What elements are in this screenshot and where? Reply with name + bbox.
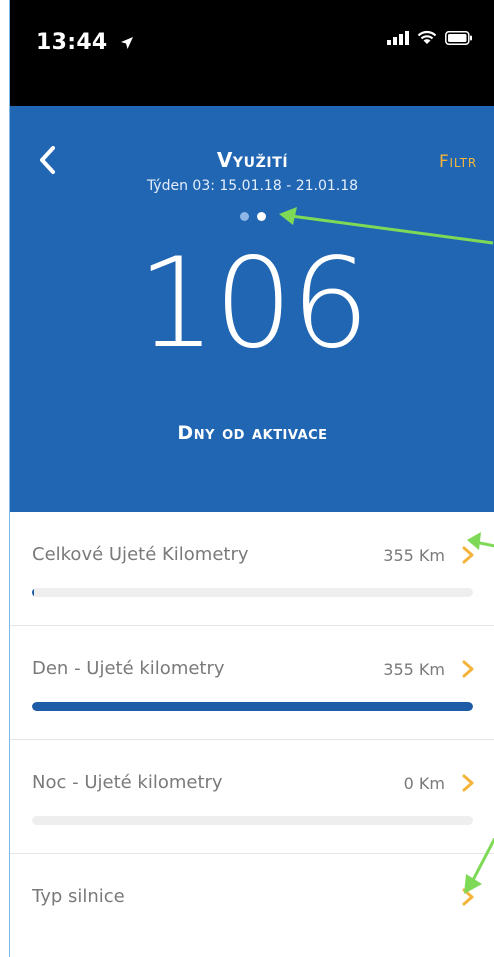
status-icons	[387, 30, 473, 45]
chevron-right-icon	[462, 660, 474, 678]
battery-icon	[445, 30, 472, 45]
week-range: Týden 03: 15.01.18 - 21.01.18	[146, 178, 359, 194]
row-value: 355 Km	[383, 546, 445, 565]
chevron-right-icon	[462, 774, 474, 792]
phone-screen: 13:44 Využití Týden 03: 15.01.18 - 21.01…	[9, 0, 494, 957]
list-item-night-km[interactable]: Noc - Ujeté kilometry 0 Km	[10, 740, 494, 854]
chevron-right-icon	[462, 546, 474, 564]
days-label: Dny od aktivace	[177, 422, 328, 444]
row-value: 355 Km	[383, 660, 445, 679]
stats-list: Celkové Ujeté Kilometry 355 Km Den - Uje…	[10, 512, 494, 957]
row-label: Noc - Ujeté kilometry	[32, 772, 223, 793]
list-item-total-km[interactable]: Celkové Ujeté Kilometry 355 Km	[10, 512, 494, 626]
page-dot[interactable]	[239, 212, 249, 221]
row-label: Den - Ujeté kilometry	[32, 658, 225, 679]
chevron-right-icon	[462, 888, 474, 906]
row-value: 0 Km	[403, 774, 445, 793]
progress-bar	[32, 588, 473, 597]
filter-button[interactable]: Filtr	[439, 152, 477, 172]
progress-bar	[32, 816, 473, 825]
page-indicator[interactable]	[10, 212, 494, 221]
signal-icon	[387, 30, 409, 45]
status-bar: 13:44	[10, 0, 494, 106]
location-arrow-icon	[120, 37, 133, 49]
days-count: 106	[137, 232, 370, 376]
status-time: 13:44	[36, 30, 134, 55]
wifi-icon	[417, 30, 437, 44]
progress-fill	[32, 702, 473, 711]
row-label: Typ silnice	[32, 886, 125, 907]
row-label: Celkové Ujeté Kilometry	[32, 544, 249, 565]
page-dot-active[interactable]	[256, 212, 266, 221]
usage-header: Využití Týden 03: 15.01.18 - 21.01.18 Fi…	[10, 106, 494, 512]
list-item-day-km[interactable]: Den - Ujeté kilometry 355 Km	[10, 626, 494, 740]
page-title: Využití	[216, 148, 289, 172]
progress-bar	[32, 702, 473, 711]
progress-fill	[32, 588, 35, 597]
list-item-road-type[interactable]: Typ silnice	[10, 854, 494, 957]
